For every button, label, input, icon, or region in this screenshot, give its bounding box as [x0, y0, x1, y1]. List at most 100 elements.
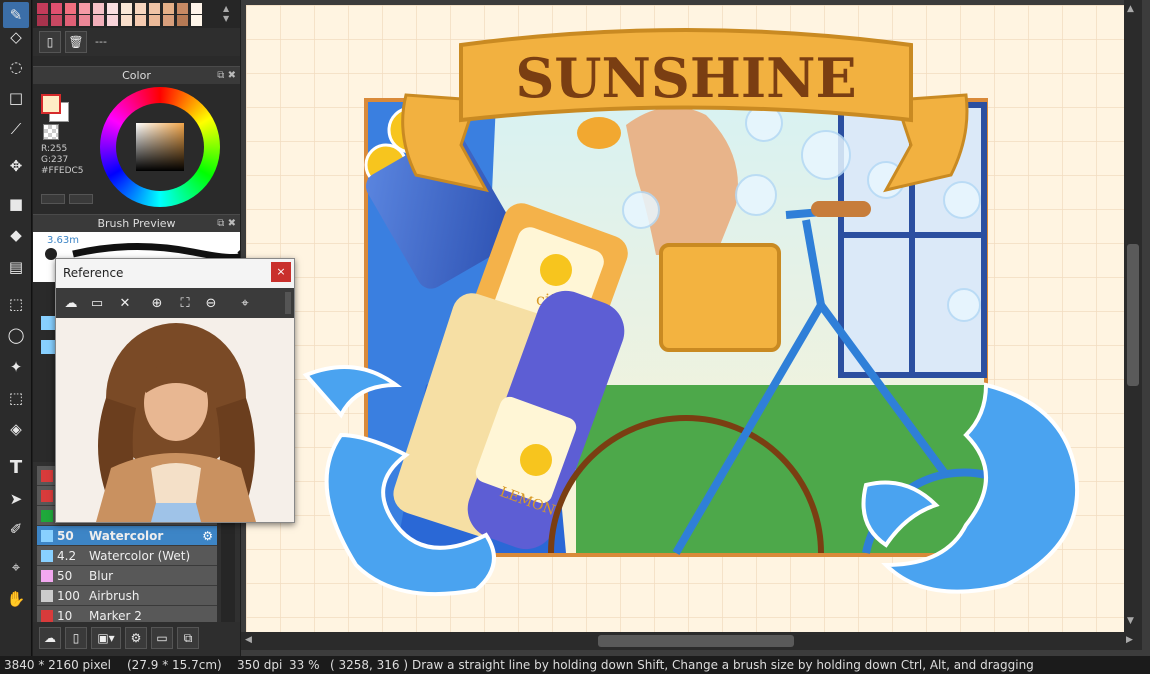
- scroll-left-icon[interactable]: ◀: [245, 635, 252, 645]
- brush-list-item[interactable]: 50 Blur: [37, 566, 217, 586]
- brush-settings-gear-icon[interactable]: ⚙: [202, 526, 213, 546]
- operation-tool-icon[interactable]: ➤: [3, 486, 29, 512]
- color-mode-button-2[interactable]: [69, 194, 93, 204]
- gradient-tool-icon[interactable]: ▤: [3, 254, 29, 280]
- palette-swatch[interactable]: [107, 3, 118, 14]
- status-image-size: 3840 * 2160 pixel: [4, 658, 111, 672]
- folder-icon[interactable]: ▭: [151, 627, 173, 649]
- palette-swatch[interactable]: [135, 3, 146, 14]
- brush-name: Watercolor: [89, 529, 164, 543]
- artwork-canvas[interactable]: citron LEMON: [246, 5, 1124, 633]
- select-pen-icon[interactable]: ⬚: [3, 385, 29, 411]
- reference-close-button[interactable]: ×: [271, 262, 291, 282]
- duplicate-icon[interactable]: ⧉: [177, 627, 199, 649]
- palette-swatch[interactable]: [177, 3, 188, 14]
- cloud-icon[interactable]: ☁: [60, 292, 82, 314]
- text-tool-icon[interactable]: T: [3, 454, 29, 480]
- brush-size: 100: [57, 589, 80, 603]
- color-mode-button[interactable]: [41, 194, 65, 204]
- palette-swatch[interactable]: [163, 3, 174, 14]
- palette-swatch[interactable]: [149, 15, 160, 26]
- palette-swatch[interactable]: [163, 15, 174, 26]
- canvas-area[interactable]: citron LEMON: [241, 0, 1150, 656]
- brush-list-item[interactable]: 4.2 Watercolor (Wet): [37, 546, 217, 566]
- saturation-value-square[interactable]: [136, 123, 184, 171]
- palette-swatch[interactable]: [121, 15, 132, 26]
- select-eraser-icon[interactable]: ◈: [3, 416, 29, 442]
- brush-list-item[interactable]: 100 Airbrush: [37, 586, 217, 606]
- horizontal-scroll-thumb[interactable]: [598, 635, 794, 647]
- brush-color-swatch: [41, 510, 53, 522]
- zoom-in-icon[interactable]: ⊕: [146, 292, 168, 314]
- smudge-tool-icon[interactable]: ✐: [3, 516, 29, 542]
- panel-controls-icon[interactable]: ⧉ ✖: [217, 67, 236, 85]
- palette-swatch[interactable]: [149, 3, 160, 14]
- scroll-up-icon[interactable]: ▲: [1127, 4, 1134, 14]
- brush-type-dropdown-icon[interactable]: ▣▾: [91, 627, 121, 649]
- brush-size: 50: [57, 569, 73, 583]
- brush-settings-icon[interactable]: ⚙: [125, 627, 147, 649]
- eyedropper-icon[interactable]: ⌖: [234, 292, 256, 314]
- lasso-eraser-icon[interactable]: ◌: [3, 54, 29, 80]
- palette-swatch[interactable]: [121, 3, 132, 14]
- eraser-tool-icon[interactable]: ◇: [3, 24, 29, 50]
- new-brush-icon[interactable]: ▯: [65, 627, 87, 649]
- select-lasso-icon[interactable]: ◯: [3, 322, 29, 348]
- select-rect-icon[interactable]: ⬚: [3, 291, 29, 317]
- palette-swatch[interactable]: [191, 3, 202, 14]
- palette-swatch[interactable]: [37, 15, 48, 26]
- status-hint: Draw a straight line by holding down Shi…: [412, 658, 1034, 672]
- scroll-right-icon[interactable]: ▶: [1126, 635, 1133, 645]
- palette-swatch[interactable]: [65, 3, 76, 14]
- open-folder-icon[interactable]: ▭: [86, 292, 108, 314]
- bucket-tool-icon[interactable]: ◆: [3, 222, 29, 248]
- palette-swatch[interactable]: [37, 3, 48, 14]
- trash-icon[interactable]: 🗑: [65, 31, 87, 53]
- rgb-readout: R:255 G:237 #FFEDC5: [41, 144, 84, 177]
- vertical-scroll-thumb[interactable]: [1127, 244, 1139, 386]
- color-wheel[interactable]: [100, 87, 220, 207]
- status-zoom: 33 %: [289, 658, 320, 672]
- g-value: G:237: [41, 155, 69, 165]
- bottle-cap: [577, 117, 621, 149]
- close-image-icon[interactable]: ✕: [114, 292, 136, 314]
- zoom-out-icon[interactable]: ⊖: [200, 292, 222, 314]
- move-tool-icon[interactable]: ✥: [3, 153, 29, 179]
- eyedropper-tool-icon[interactable]: ⌖: [3, 554, 29, 580]
- horizontal-scrollbar[interactable]: ◀ ▶: [241, 632, 1142, 650]
- palette-swatch[interactable]: [135, 15, 146, 26]
- reference-scrollbar[interactable]: [285, 292, 291, 314]
- palette-swatch[interactable]: [51, 15, 62, 26]
- palette-swatch[interactable]: [191, 15, 202, 26]
- color-title-text: Color: [122, 69, 151, 82]
- hand-tool-icon[interactable]: ✋: [3, 586, 29, 612]
- fill-rect-icon[interactable]: ■: [3, 191, 29, 217]
- line-tool-icon[interactable]: ⟋: [3, 116, 29, 142]
- banner-title: SUNSHINE: [515, 46, 856, 110]
- brush-preview-title-text: Brush Preview: [97, 217, 176, 230]
- palette-swatch[interactable]: [107, 15, 118, 26]
- panel-controls-icon-2[interactable]: ⧉ ✖: [217, 215, 236, 233]
- rectangle-tool-icon[interactable]: □: [3, 85, 29, 111]
- brush-color-swatch: [41, 490, 53, 502]
- palette-swatch[interactable]: [79, 3, 90, 14]
- magic-wand-icon[interactable]: ✦: [3, 354, 29, 380]
- palette-swatch[interactable]: [177, 15, 188, 26]
- fit-icon[interactable]: ⛶: [174, 292, 196, 314]
- brush-list-item[interactable]: 50 Watercolor ⚙: [37, 526, 217, 546]
- palette-swatch[interactable]: [93, 15, 104, 26]
- palette-swatch[interactable]: [79, 15, 90, 26]
- palette-scroll-icon[interactable]: ▲▼: [223, 4, 233, 24]
- transparent-color-swatch[interactable]: [43, 124, 59, 140]
- scroll-down-icon[interactable]: ▼: [1127, 616, 1134, 626]
- reference-image[interactable]: [56, 318, 294, 522]
- brush-name: Airbrush: [89, 589, 140, 603]
- new-file-icon[interactable]: ▯: [39, 31, 61, 53]
- brush-import-icon[interactable]: ☁: [39, 627, 61, 649]
- r-value: R:255: [41, 144, 68, 154]
- foreground-color-swatch[interactable]: [41, 94, 61, 114]
- vertical-scrollbar[interactable]: ▲ ▼: [1124, 0, 1142, 632]
- palette-swatch[interactable]: [65, 15, 76, 26]
- palette-swatch[interactable]: [51, 3, 62, 14]
- palette-swatch[interactable]: [93, 3, 104, 14]
